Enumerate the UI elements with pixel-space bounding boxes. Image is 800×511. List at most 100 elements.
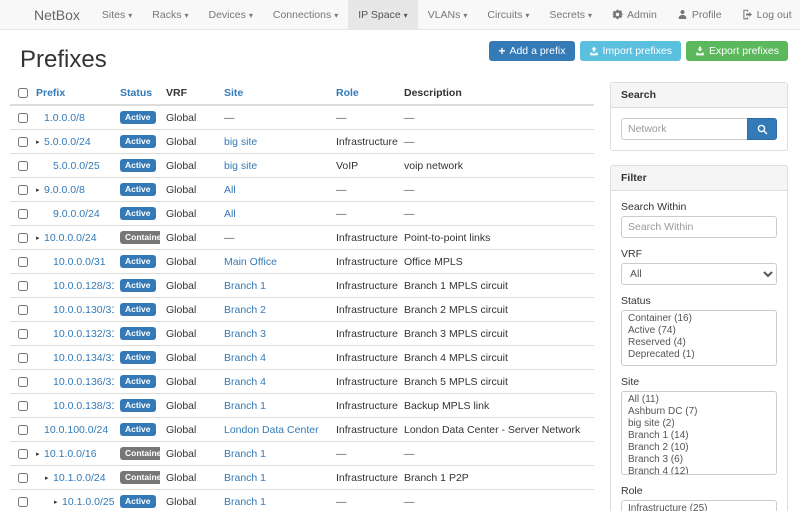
site-empty: — <box>224 112 235 124</box>
prefix-link[interactable]: 10.0.0.134/31 <box>53 352 114 364</box>
site-link[interactable]: Branch 1 <box>224 496 266 508</box>
search-within-input[interactable] <box>621 216 777 238</box>
prefix-link[interactable]: 10.0.0.0/31 <box>53 256 106 268</box>
logout-menu-item[interactable]: Log out <box>732 0 800 29</box>
nav-item-ip-space[interactable]: IP Space▾ <box>348 0 417 29</box>
nav-item-connections[interactable]: Connections▾ <box>263 0 348 29</box>
site-link[interactable]: Branch 2 <box>224 304 266 316</box>
prefix-link[interactable]: 10.0.100.0/24 <box>44 424 108 436</box>
row-checkbox[interactable] <box>18 185 28 195</box>
nav-item-vlans[interactable]: VLANs▾ <box>418 0 478 29</box>
filter-option[interactable]: Reserved (4) <box>622 337 776 349</box>
site-link[interactable]: Branch 1 <box>224 280 266 292</box>
site-link[interactable]: Branch 4 <box>224 352 266 364</box>
prefix-link[interactable]: 10.1.0.0/16 <box>44 448 97 460</box>
row-checkbox[interactable] <box>18 377 28 387</box>
filter-option[interactable]: Branch 4 (12) <box>622 466 776 475</box>
role-value: — <box>336 448 347 460</box>
prefix-link[interactable]: 9.0.0.0/8 <box>44 184 85 196</box>
role-filter-list[interactable]: Infrastructure (25)Management (8)Private… <box>621 500 777 511</box>
add-prefix-button[interactable]: + Add a prefix <box>489 41 574 61</box>
filter-option[interactable]: Ashburn DC (7) <box>622 406 776 418</box>
site-link[interactable]: All <box>224 184 236 196</box>
nav-item-circuits[interactable]: Circuits▾ <box>477 0 539 29</box>
role-value: Infrastructure <box>336 328 398 340</box>
prefix-link[interactable]: 10.0.0.128/31 <box>53 280 114 292</box>
row-checkbox[interactable] <box>18 497 28 507</box>
row-checkbox[interactable] <box>18 257 28 267</box>
site-link[interactable]: Branch 3 <box>224 328 266 340</box>
site-link[interactable]: Main Office <box>224 256 277 268</box>
row-checkbox[interactable] <box>18 425 28 435</box>
site-link[interactable]: big site <box>224 160 257 172</box>
role-value: Infrastructure <box>336 232 398 244</box>
admin-label: Admin <box>627 0 657 30</box>
prefix-link[interactable]: 10.0.0.136/31 <box>53 376 114 388</box>
profile-menu-item[interactable]: Profile <box>667 0 732 29</box>
row-checkbox[interactable] <box>18 305 28 315</box>
filter-option[interactable]: Branch 3 (6) <box>622 454 776 466</box>
prefix-link[interactable]: 5.0.0.0/25 <box>53 160 100 172</box>
prefix-link[interactable]: 10.1.0.0/25 <box>62 496 114 508</box>
nav-item-sites[interactable]: Sites▾ <box>92 0 142 29</box>
status-badge: Active <box>120 303 156 316</box>
admin-menu-item[interactable]: Admin <box>602 0 667 29</box>
row-checkbox[interactable] <box>18 473 28 483</box>
row-checkbox[interactable] <box>18 401 28 411</box>
prefix-link[interactable]: 5.0.0.0/24 <box>44 136 91 148</box>
status-filter-list[interactable]: Container (16)Active (74)Reserved (4)Dep… <box>621 310 777 366</box>
filter-option[interactable]: Branch 1 (14) <box>622 430 776 442</box>
filter-option[interactable]: All (11) <box>622 394 776 406</box>
filter-option[interactable]: Branch 2 (10) <box>622 442 776 454</box>
filter-option[interactable]: Container (16) <box>622 313 776 325</box>
prefix-link[interactable]: 9.0.0.0/24 <box>53 208 100 220</box>
nav-item-racks[interactable]: Racks▾ <box>142 0 198 29</box>
search-panel-title: Search <box>611 83 787 108</box>
site-link[interactable]: Branch 4 <box>224 376 266 388</box>
row-checkbox[interactable] <box>18 329 28 339</box>
search-button[interactable] <box>747 118 777 140</box>
description-value: Point-to-point links <box>404 232 490 244</box>
filter-option[interactable]: Infrastructure (25) <box>622 503 776 511</box>
site-link[interactable]: big site <box>224 136 257 148</box>
chevron-down-icon: ▾ <box>184 11 188 20</box>
prefix-link[interactable]: 10.0.0.130/31 <box>53 304 114 316</box>
site-link[interactable]: Branch 1 <box>224 472 266 484</box>
search-input[interactable] <box>621 118 747 140</box>
row-checkbox[interactable] <box>18 137 28 147</box>
filter-option[interactable]: big site (2) <box>622 418 776 430</box>
filter-option[interactable]: Active (74) <box>622 325 776 337</box>
vrf-select[interactable]: All <box>621 263 777 285</box>
row-checkbox[interactable] <box>18 113 28 123</box>
nav-item-devices[interactable]: Devices▾ <box>198 0 262 29</box>
site-link[interactable]: Branch 1 <box>224 400 266 412</box>
role-value: VoIP <box>336 160 358 172</box>
prefix-link[interactable]: 10.0.0.132/31 <box>53 328 114 340</box>
prefix-link[interactable]: 10.0.0.138/31 <box>53 400 114 412</box>
search-within-label: Search Within <box>621 201 777 213</box>
site-link[interactable]: Branch 1 <box>224 448 266 460</box>
column-header-vrf: VRF <box>160 82 218 105</box>
site-link[interactable]: All <box>224 208 236 220</box>
row-checkbox[interactable] <box>18 281 28 291</box>
row-checkbox[interactable] <box>18 209 28 219</box>
vrf-value: Global <box>166 472 196 484</box>
prefix-link[interactable]: 1.0.0.0/8 <box>44 112 85 124</box>
status-badge: Active <box>120 207 156 220</box>
import-prefixes-button[interactable]: Import prefixes <box>580 41 681 61</box>
select-all-checkbox[interactable] <box>18 88 28 98</box>
role-value: Infrastructure <box>336 352 398 364</box>
site-link[interactable]: London Data Center <box>224 424 319 436</box>
nav-item-secrets[interactable]: Secrets▾ <box>539 0 602 29</box>
row-checkbox[interactable] <box>18 353 28 363</box>
role-filter-label: Role <box>621 485 777 497</box>
export-prefixes-button[interactable]: Export prefixes <box>686 41 788 61</box>
app-logo[interactable]: NetBox <box>8 0 92 29</box>
row-checkbox[interactable] <box>18 233 28 243</box>
site-filter-list[interactable]: All (11)Ashburn DC (7)big site (2)Branch… <box>621 391 777 475</box>
prefix-link[interactable]: 10.0.0.0/24 <box>44 232 97 244</box>
prefix-link[interactable]: 10.1.0.0/24 <box>53 472 106 484</box>
row-checkbox[interactable] <box>18 449 28 459</box>
filter-option[interactable]: Deprecated (1) <box>622 349 776 361</box>
row-checkbox[interactable] <box>18 161 28 171</box>
